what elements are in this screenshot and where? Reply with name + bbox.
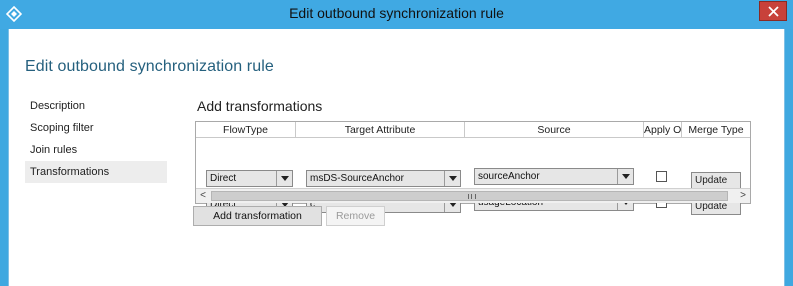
add-transformation-button[interactable]: Add transformation [193, 206, 322, 226]
grip-icon [468, 194, 476, 199]
scroll-left-button[interactable]: < [196, 189, 210, 203]
wizard-nav: Description Scoping filter Join rules Tr… [25, 95, 167, 183]
flowtype-select[interactable]: Direct [206, 170, 293, 187]
merge-type-select[interactable]: Update [691, 172, 741, 189]
source-value: sourceAnchor [478, 171, 540, 182]
column-header-merge-type[interactable]: Merge Type [682, 122, 750, 138]
source-select[interactable]: sourceAnchor [474, 168, 634, 185]
apply-once-checkbox[interactable] [656, 171, 667, 182]
column-header-source[interactable]: Source [465, 122, 644, 138]
column-header-flowtype[interactable]: FlowType [196, 122, 296, 138]
horizontal-scrollbar[interactable]: < > [196, 188, 750, 203]
nav-item-join-rules[interactable]: Join rules [25, 139, 167, 161]
nav-item-transformations[interactable]: Transformations [25, 161, 167, 183]
window-title: Edit outbound synchronization rule [289, 5, 504, 21]
dialog-window: Edit outbound synchronization rule Edit … [0, 0, 793, 286]
column-header-apply-once[interactable]: Apply Or [644, 122, 682, 138]
remove-button[interactable]: Remove [326, 206, 385, 226]
title-bar[interactable]: Edit outbound synchronization rule [0, 0, 793, 29]
column-header-target-attribute[interactable]: Target Attribute [296, 122, 465, 138]
flowtype-value: Direct [210, 173, 237, 184]
nav-item-description[interactable]: Description [25, 95, 167, 117]
page-heading: Edit outbound synchronization rule [25, 58, 274, 75]
target-attribute-select[interactable]: msDS-SourceAnchor [306, 170, 461, 187]
dialog-content: Edit outbound synchronization rule Descr… [8, 29, 785, 286]
chevron-down-icon[interactable] [444, 171, 460, 186]
scrollbar-thumb[interactable] [211, 191, 728, 201]
close-icon [768, 6, 779, 17]
chevron-down-icon[interactable] [617, 169, 633, 184]
nav-item-scoping-filter[interactable]: Scoping filter [25, 117, 167, 139]
close-button[interactable] [759, 1, 787, 21]
target-attribute-value: msDS-SourceAnchor [310, 173, 404, 184]
transformations-grid: FlowType Target Attribute Source Apply O… [195, 121, 751, 215]
scroll-right-button[interactable]: > [736, 189, 750, 203]
section-title: Add transformations [197, 98, 323, 114]
chevron-down-icon[interactable] [276, 171, 292, 186]
